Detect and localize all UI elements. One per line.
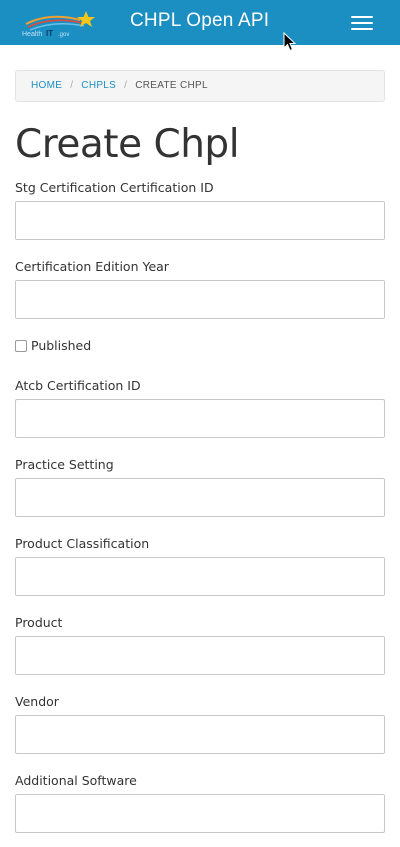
healthit-logo-icon[interactable]: Health IT .gov <box>20 8 100 38</box>
breadcrumb-current: CREATE CHPL <box>135 80 208 91</box>
practice-setting-label: Practice Setting <box>15 457 114 472</box>
app-title: CHPL Open API <box>130 10 270 31</box>
published-checkbox[interactable] <box>15 340 27 352</box>
breadcrumb-separator: / <box>70 80 74 91</box>
product-classification-input[interactable] <box>15 557 385 596</box>
hamburger-bar <box>351 16 373 18</box>
atcb-certification-id-label: Atcb Certification ID <box>15 378 141 393</box>
additional-software-input[interactable] <box>15 794 385 833</box>
hamburger-bar <box>351 22 373 24</box>
top-navbar: Health IT .gov CHPL Open API <box>0 0 400 45</box>
breadcrumb-home-link[interactable]: HOME <box>31 80 62 91</box>
hamburger-menu-icon[interactable] <box>349 13 375 33</box>
page-title: Create Chpl <box>15 122 240 167</box>
additional-software-label: Additional Software <box>15 773 137 788</box>
vendor-input[interactable] <box>15 715 385 754</box>
published-label: Published <box>31 338 92 353</box>
stg-certification-id-input[interactable] <box>15 201 385 240</box>
certification-edition-year-label: Certification Edition Year <box>15 259 169 274</box>
stg-certification-id-label: Stg Certification Certification ID <box>15 180 214 195</box>
atcb-certification-id-input[interactable] <box>15 399 385 438</box>
product-label: Product <box>15 615 63 630</box>
product-input[interactable] <box>15 636 385 675</box>
vendor-label: Vendor <box>15 694 59 709</box>
practice-setting-input[interactable] <box>15 478 385 517</box>
svg-text:IT: IT <box>46 29 53 38</box>
breadcrumb: HOME / CHPLS / CREATE CHPL <box>15 70 385 102</box>
product-classification-label: Product Classification <box>15 536 150 551</box>
mouse-cursor-icon <box>283 32 297 52</box>
certification-edition-year-input[interactable] <box>15 280 385 319</box>
svg-text:.gov: .gov <box>58 32 69 38</box>
breadcrumb-chpls-link[interactable]: CHPLS <box>81 80 116 91</box>
breadcrumb-separator: / <box>124 80 128 91</box>
hamburger-bar <box>351 28 373 30</box>
svg-text:Health: Health <box>22 31 42 38</box>
